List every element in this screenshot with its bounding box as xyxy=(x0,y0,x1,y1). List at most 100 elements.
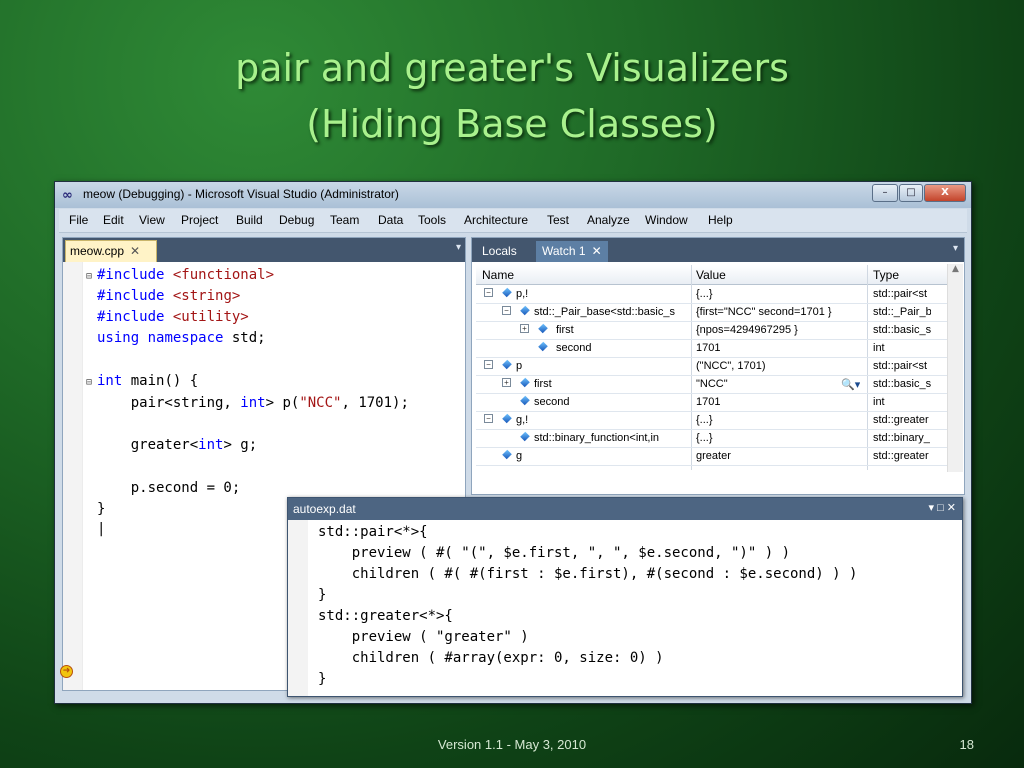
watch-type: std::pair<st xyxy=(873,288,928,300)
menu-debug[interactable]: Debug xyxy=(279,213,314,227)
expand-icon[interactable]: + xyxy=(520,324,529,333)
menu-window[interactable]: Window xyxy=(645,213,688,227)
watch-type: std::greater xyxy=(873,450,929,462)
chevron-down-icon[interactable]: ▾ xyxy=(456,242,461,253)
field-icon xyxy=(502,413,512,424)
fold-icon[interactable]: ⊟ xyxy=(86,271,92,282)
autoexp-title: autoexp.dat xyxy=(293,502,356,516)
menu-test[interactable]: Test xyxy=(547,213,569,227)
collapse-icon[interactable]: − xyxy=(484,414,493,423)
watch-value[interactable]: greater xyxy=(696,450,868,462)
column-name[interactable]: Name xyxy=(482,268,514,282)
magnifier-icon[interactable]: 🔍▾ xyxy=(841,378,860,391)
code-line: #include <utility> xyxy=(97,309,249,325)
code-line: pair<string, int> p("NCC", 1701); xyxy=(97,395,409,411)
watch-type: std::basic_s xyxy=(873,378,931,390)
autoexp-window-controls[interactable]: ▾ □ ✕ xyxy=(929,501,957,514)
watch-row[interactable]: − std::_Pair_base<std::basic_s {first="N… xyxy=(476,304,948,322)
watch-name: second xyxy=(556,342,592,354)
watch-row[interactable]: second 1701 int xyxy=(476,394,948,412)
autoexp-margin xyxy=(288,520,308,696)
watch-value[interactable]: "NCC" xyxy=(696,378,836,390)
window-titlebar[interactable]: ∞ meow (Debugging) - Microsoft Visual St… xyxy=(55,182,971,208)
watch-grid-header: Name Value Type xyxy=(476,265,948,285)
autoexp-titlebar[interactable]: autoexp.dat ▾ □ ✕ xyxy=(288,498,962,520)
field-icon xyxy=(538,323,548,334)
code-line: } xyxy=(97,501,106,517)
watch-row[interactable]: − p,! {...} std::pair<st xyxy=(476,286,948,304)
watch-value[interactable]: {...} xyxy=(696,432,868,444)
minimize-button[interactable]: – xyxy=(872,184,898,202)
watch-row[interactable]: − g,! {...} std::greater xyxy=(476,412,948,430)
watch-row[interactable]: second 1701 int xyxy=(476,340,948,358)
page-number: 18 xyxy=(959,737,974,752)
watch-name: p xyxy=(516,360,523,372)
watch-value[interactable]: 1701 xyxy=(696,342,868,354)
watch-type: std::greater xyxy=(873,414,929,426)
watch-type: int xyxy=(873,342,885,354)
editor-tabbar: meow.cpp ✕ ▾ xyxy=(63,238,465,262)
field-icon xyxy=(520,395,530,406)
menu-view[interactable]: View xyxy=(139,213,165,227)
watch-row[interactable]: + first "NCC" 🔍▾ std::basic_s xyxy=(476,376,948,394)
watch-value[interactable]: ("NCC", 1701) xyxy=(696,360,868,372)
field-icon xyxy=(520,377,530,388)
current-statement-arrow-icon[interactable]: ➜ xyxy=(60,665,73,678)
watch-type: std::pair<st xyxy=(873,360,928,372)
watch-row[interactable]: std::binary_function<int,in {...} std::b… xyxy=(476,430,948,448)
code-line: #include <functional> xyxy=(97,267,275,283)
collapse-icon[interactable]: − xyxy=(502,306,511,315)
menu-architecture[interactable]: Architecture xyxy=(464,213,528,227)
watch-row[interactable]: g greater std::greater xyxy=(476,448,948,466)
close-button[interactable]: X xyxy=(924,184,966,202)
vertical-scrollbar[interactable]: ▲ xyxy=(947,264,963,472)
menu-team[interactable]: Team xyxy=(330,213,359,227)
menu-build[interactable]: Build xyxy=(236,213,263,227)
expand-icon[interactable]: + xyxy=(502,378,511,387)
menu-file[interactable]: File xyxy=(69,213,88,227)
collapse-icon[interactable]: − xyxy=(484,288,493,297)
watch-row[interactable]: + first {npos=4294967295 } std::basic_s xyxy=(476,322,948,340)
code-line: children ( #array(expr: 0, size: 0) ) xyxy=(318,650,664,666)
watch-name: g,! xyxy=(516,414,529,426)
menu-tools[interactable]: Tools xyxy=(418,213,446,227)
tab-meow-cpp[interactable]: meow.cpp ✕ xyxy=(65,240,157,262)
code-line: std::greater<*>{ xyxy=(318,608,453,624)
autoexp-window[interactable]: autoexp.dat ▾ □ ✕ std::pair<*>{ preview … xyxy=(287,497,963,697)
watch-value[interactable]: 1701 xyxy=(696,396,868,408)
watch-name: g xyxy=(516,450,523,462)
editor-margin xyxy=(63,262,83,690)
tab-watch-1[interactable]: Watch 1 ✕ xyxy=(536,241,608,262)
maximize-button[interactable]: □ xyxy=(899,184,923,202)
menu-data[interactable]: Data xyxy=(378,213,403,227)
watch-name: first xyxy=(556,324,574,336)
column-type[interactable]: Type xyxy=(873,268,899,282)
watch-row[interactable]: − p ("NCC", 1701) std::pair<st xyxy=(476,358,948,376)
watch-value[interactable]: {...} xyxy=(696,288,868,300)
code-line: preview ( "greater" ) xyxy=(318,629,529,645)
chevron-down-icon[interactable]: ▾ xyxy=(953,243,958,254)
watch-window: Locals Watch 1 ✕ ▾ Name Value Type − p,! … xyxy=(471,237,965,495)
collapse-icon[interactable]: − xyxy=(484,360,493,369)
code-line: using namespace std; xyxy=(97,330,266,346)
menu-project[interactable]: Project xyxy=(181,213,218,227)
watch-type: int xyxy=(873,396,885,408)
tab-locals[interactable]: Locals xyxy=(476,241,523,262)
menu-help[interactable]: Help xyxy=(708,213,733,227)
watch-name: p,! xyxy=(516,288,529,300)
close-icon[interactable]: ✕ xyxy=(130,244,140,258)
watch-value[interactable]: {npos=4294967295 } xyxy=(696,324,868,336)
watch-value[interactable]: {...} xyxy=(696,414,868,426)
code-line: std::pair<*>{ xyxy=(318,524,428,540)
watch-name: second xyxy=(534,396,570,408)
column-value[interactable]: Value xyxy=(696,268,726,282)
close-icon[interactable]: ✕ xyxy=(592,244,602,258)
fold-icon[interactable]: ⊟ xyxy=(86,377,92,388)
menu-analyze[interactable]: Analyze xyxy=(587,213,630,227)
footer-version: Version 1.1 - May 3, 2010 xyxy=(437,737,587,752)
text-cursor: | xyxy=(97,521,106,537)
slide-title: pair and greater's Visualizers (Hiding B… xyxy=(0,40,1024,152)
menu-edit[interactable]: Edit xyxy=(103,213,124,227)
watch-value[interactable]: {first="NCC" second=1701 } xyxy=(696,306,868,318)
menu-bar: File Edit View Project Build Debug Team … xyxy=(59,209,967,233)
